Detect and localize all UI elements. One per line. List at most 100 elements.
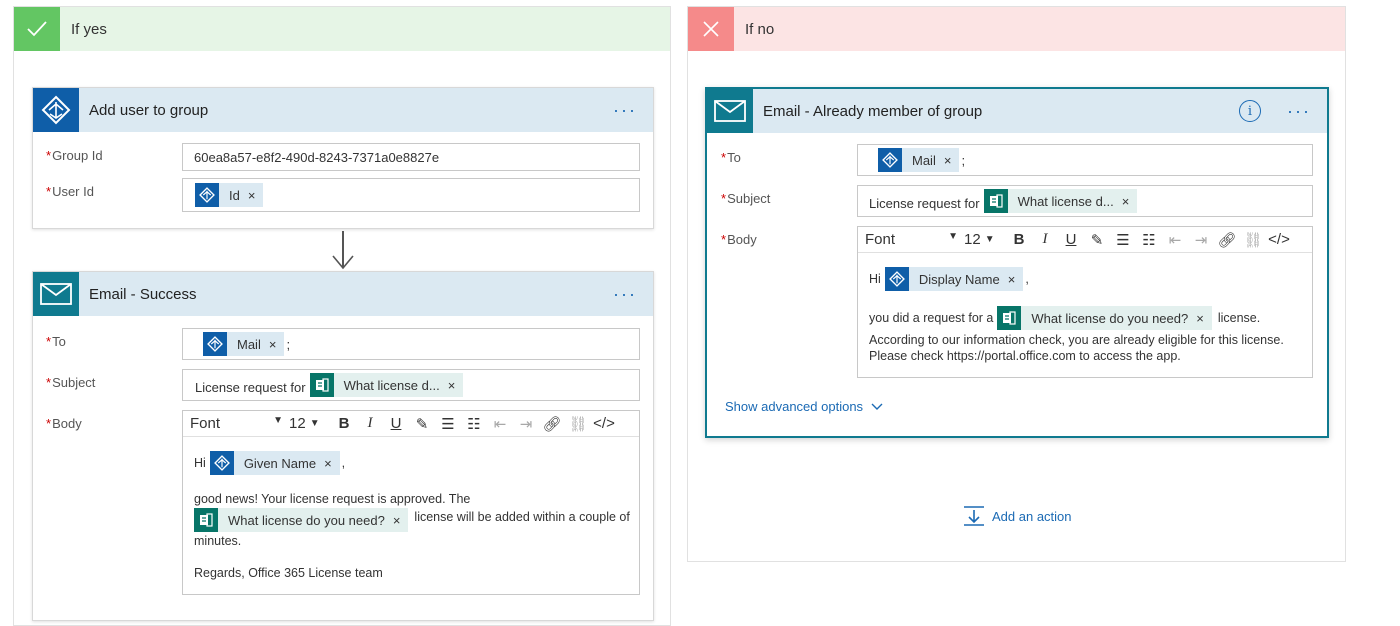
body-line-portal: Please check https://portal.office.com t… [869,349,1181,363]
numbered-list-icon[interactable]: ☷ [1136,231,1162,249]
add-an-action-button[interactable]: Add an action [963,505,1072,527]
card-header[interactable]: Email - Already member of group i ··· [707,89,1327,133]
bold-button[interactable]: B [331,415,357,432]
azure-ad-icon [33,88,79,132]
unlink-icon[interactable]: ⛓︎ [565,415,591,433]
caret-down-icon: ▼ [948,231,958,242]
azure-ad-icon [195,183,219,207]
outdent-icon[interactable]: ⇤ [1162,231,1188,249]
underline-button[interactable]: U [1058,231,1084,248]
caret-down-icon: ▼ [309,418,320,429]
given-name-token[interactable]: Given Name × [209,451,340,475]
body-editor[interactable]: Font ▼ 12 ▼ B I U ✎ ☰ ☷ ⇤ ⇥ 🔗︎ ⛓︎ </> Hi G… [182,410,640,595]
italic-button[interactable]: I [1032,231,1058,248]
if-yes-header[interactable]: If yes [14,7,670,51]
user-id-field[interactable]: Id × [182,178,640,212]
email-already-member-card[interactable]: Email - Already member of group i ··· *T… [705,87,1329,438]
remove-token-icon[interactable]: × [269,337,277,352]
forms-icon [194,508,218,532]
caret-down-icon: ▼ [273,415,283,426]
subject-field[interactable]: License request for What license d... × [857,185,1313,217]
to-field[interactable]: Mail × ; [857,144,1313,176]
subject-label: *Subject [721,191,771,206]
add-action-icon [964,506,984,526]
more-options-icon[interactable]: ··· [1279,101,1319,122]
to-label: *To [721,150,741,165]
mail-icon [707,89,753,133]
mail-token[interactable]: Mail × [878,148,960,172]
remove-token-icon[interactable]: × [944,153,952,168]
remove-token-icon[interactable]: × [393,512,401,529]
unlink-icon[interactable]: ⛓︎ [1240,231,1266,249]
to-field[interactable]: Mail × ; [182,328,640,360]
remove-token-icon[interactable]: × [248,188,256,203]
indent-icon[interactable]: ⇥ [513,415,539,433]
body-line-hi: Hi Given Name × , [194,451,345,475]
checkmark-icon [14,7,60,51]
mail-token[interactable]: Mail × [203,332,285,356]
remove-token-icon[interactable]: × [1008,271,1016,288]
body-label: *Body [46,416,82,431]
body-editor[interactable]: Font ▼ 12 ▼ B I U ✎ ☰ ☷ ⇤ ⇥ 🔗︎ ⛓︎ </> Hi D… [857,226,1313,378]
subject-label: *Subject [46,375,96,390]
forms-icon [997,306,1022,330]
display-name-token[interactable]: Display Name × [884,267,1024,291]
code-view-button[interactable]: </> [1266,231,1292,248]
editor-toolbar: Font ▼ 12 ▼ B I U ✎ ☰ ☷ ⇤ ⇥ 🔗︎ ⛓︎ </> [858,227,1312,253]
bullet-list-icon[interactable]: ☰ [1110,231,1136,249]
font-select[interactable]: Font ▼ [183,415,289,432]
more-options-icon[interactable]: ··· [605,100,645,121]
size-select[interactable]: 12 ▼ [289,415,331,432]
id-token[interactable]: Id × [195,183,264,207]
outdent-icon[interactable]: ⇤ [487,415,513,433]
info-icon[interactable]: i [1239,100,1261,122]
license-token[interactable]: What license d... × [983,189,1138,213]
link-icon[interactable]: 🔗︎ [539,415,565,433]
size-select[interactable]: 12 ▼ [964,231,1006,248]
body-line-license: What license do you need? × license will… [194,508,630,532]
email-success-card[interactable]: Email - Success ··· *To Mail × ; *Subjec… [32,271,654,621]
editor-toolbar: Font ▼ 12 ▼ B I U ✎ ☰ ☷ ⇤ ⇥ 🔗︎ ⛓︎ </> [183,411,639,437]
card-header[interactable]: Email - Success ··· [33,272,653,316]
if-no-header[interactable]: If no [688,7,1345,51]
license-token[interactable]: What license do you need? × [194,508,409,532]
highlight-icon[interactable]: ✎ [1084,231,1110,249]
to-separator: ; [286,336,291,352]
bullet-list-icon[interactable]: ☰ [435,415,461,433]
group-id-label: *Group Id [46,148,103,163]
body-line-approved: good news! Your license request is appro… [194,492,471,506]
show-advanced-options-link[interactable]: Show advanced options [725,399,883,414]
remove-token-icon[interactable]: × [1196,310,1204,327]
remove-token-icon[interactable]: × [1122,194,1130,209]
bold-button[interactable]: B [1006,231,1032,248]
more-options-icon[interactable]: ··· [605,284,645,305]
card-title: Email - Success [89,285,197,303]
azure-ad-icon [878,148,902,172]
underline-button[interactable]: U [383,415,409,432]
body-line-hi: Hi Display Name × , [869,267,1029,291]
subject-field[interactable]: License request for What license d... × [182,369,640,401]
to-separator: ; [961,152,966,168]
azure-ad-icon [203,332,227,356]
remove-token-icon[interactable]: × [324,455,332,472]
add-user-to-group-card[interactable]: Add user to group ··· *Group Id 60ea8a57… [32,87,654,229]
license-token[interactable]: What license d... × [309,373,464,397]
code-view-button[interactable]: </> [591,415,617,432]
link-icon[interactable]: 🔗︎ [1214,231,1240,249]
body-line-eligible: According to our information check, you … [869,333,1284,347]
italic-button[interactable]: I [357,415,383,432]
add-an-action-label: Add an action [992,508,1072,524]
group-id-field[interactable]: 60ea8a57-e8f2-490d-8243-7371a0e8827e [182,143,640,171]
card-header[interactable]: Add user to group ··· [33,88,653,132]
highlight-icon[interactable]: ✎ [409,415,435,433]
license-token[interactable]: What license do you need? × [997,306,1212,330]
arrow-down-icon [332,255,354,270]
body-line-request: you did a request for a What license do … [869,306,1260,330]
card-title: Email - Already member of group [763,102,983,120]
close-icon [688,7,734,51]
remove-token-icon[interactable]: × [448,378,456,393]
font-select[interactable]: Font ▼ [858,231,964,248]
numbered-list-icon[interactable]: ☷ [461,415,487,433]
mail-icon [33,272,79,316]
indent-icon[interactable]: ⇥ [1188,231,1214,249]
